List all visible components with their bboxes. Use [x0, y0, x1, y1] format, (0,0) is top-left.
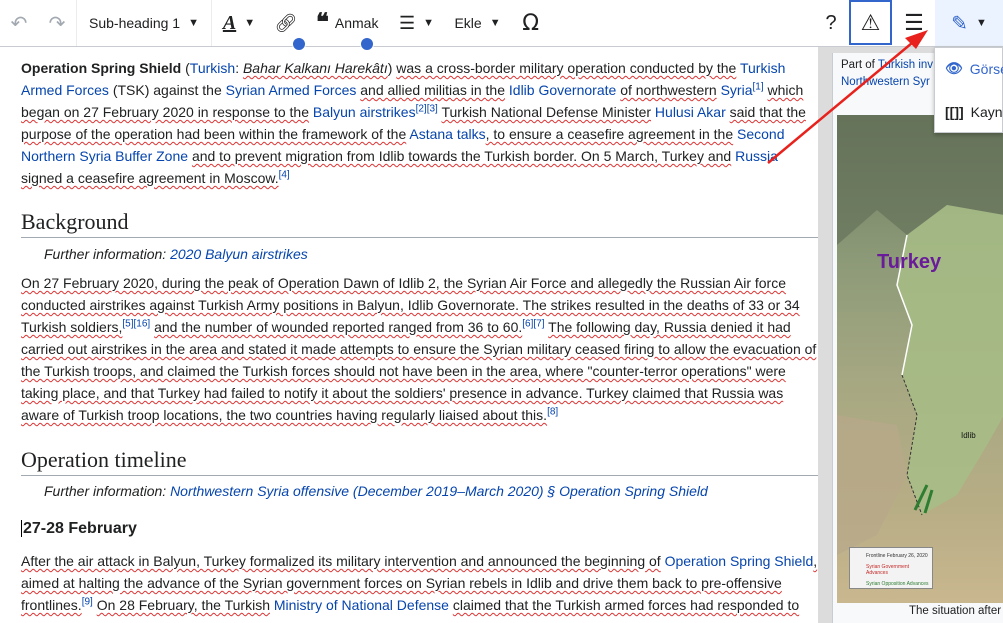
annotation-arrow [767, 30, 928, 164]
